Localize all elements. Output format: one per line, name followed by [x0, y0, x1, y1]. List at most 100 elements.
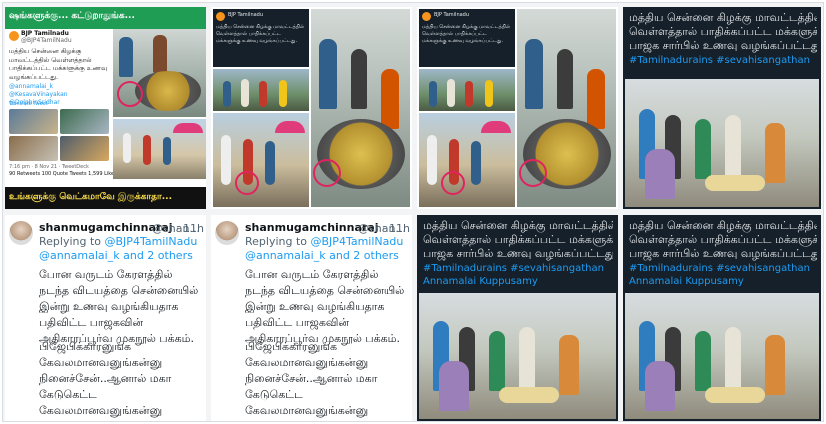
person-figure [465, 81, 473, 107]
tweet-text: மத்திய சென்னை கிழக்கு மாவட்டத்தில் வெள்ள… [9, 47, 108, 81]
caption-line-3: பாஜக சார்பில் உணவு வழங்கப்பட்டது. [629, 247, 817, 260]
person-figure [765, 123, 785, 183]
grid-photo-4 [60, 136, 109, 161]
person-figure [223, 81, 231, 107]
tile-dark-caption-1: மத்திய சென்னை கிழக்கு மாவட்டத்தில் வெள்ள… [623, 7, 821, 209]
person-figure [427, 135, 437, 185]
caption-hashtags[interactable]: #Tamilnadurains #sevahisangathan [629, 263, 810, 274]
reply-paragraph-2: பிஜேபிக்காரனுங்க கேவலமானவனுங்கன்னு நினைச… [39, 340, 172, 421]
caption-mention[interactable]: Annamalai Kuppusamy [423, 276, 538, 287]
person-figure [153, 35, 167, 73]
caption-line-1: மத்திய சென்னை கிழக்கு மாவட்டத்தில் [629, 219, 817, 232]
replying-others[interactable]: @annamalai_k and 2 others [39, 249, 204, 263]
caption-hashtags[interactable]: #Tamilnadurains #sevahisangathan [423, 263, 604, 274]
reply-time: · 11h [382, 222, 410, 235]
red-circle-annotation [441, 171, 465, 195]
umbrella [275, 121, 305, 133]
cooking-photo [113, 29, 206, 117]
bjp-logo [422, 12, 431, 21]
person-figure [221, 135, 231, 185]
red-circle-annotation [519, 159, 547, 187]
tile-dark-caption-3: மத்திய சென்னை கிழக்கு மாவட்டத்தில் வெள்ள… [623, 215, 821, 421]
replying-handle[interactable]: @BJP4TamilNadu [105, 235, 198, 248]
mini-text: மத்திய சென்னை கிழக்கு மாவட்டத்தில் வெள்ள… [216, 24, 305, 44]
replying-prefix: Replying to [39, 235, 102, 248]
collage-title-band: ஷங்களுக்கு... கட்டுறாதுங்க... [5, 7, 206, 29]
cooking-photo [311, 9, 410, 207]
person-figure [695, 331, 711, 391]
tile-tweet-photos-1: BJP Tamilnadu மத்திய சென்னை கிழக்கு மாவட… [211, 7, 412, 209]
red-circle-annotation [235, 171, 259, 195]
person-figure [319, 39, 337, 109]
food-tray [499, 387, 559, 403]
bottom-caption-band: உங்களுக்கு வெட்கமாவே இருக்காதா... [5, 187, 206, 209]
caption-hashtags[interactable]: #Tamilnadurains #sevahisangathan [629, 55, 810, 66]
mini-tweet-dark: BJP Tamilnadu மத்திய சென்னை கிழக்கு மாவட… [419, 9, 515, 67]
food-distribution-photo [419, 293, 616, 419]
replying-handle[interactable]: @BJP4TamilNadu [311, 235, 404, 248]
person-figure [559, 335, 579, 395]
person-figure [259, 81, 267, 107]
bottom-caption: உங்களுக்கு வெட்கமாவே இருக்காதா... [9, 192, 173, 202]
food-tray [705, 387, 765, 403]
tile-reply-tweet-2: shanmugamchinnaraj @shan... · 11h Replyi… [211, 215, 412, 421]
person-figure [519, 327, 535, 391]
person-figure [123, 133, 131, 163]
person-figure [163, 137, 171, 165]
tile-dark-caption-2: மத்திய சென்னை கிழக்கு மாவட்டத்தில் வெள்ள… [417, 215, 618, 421]
crowd-photo [213, 113, 309, 207]
bjp-logo [216, 12, 225, 21]
red-circle-annotation [117, 81, 143, 107]
food-tray [705, 175, 765, 191]
caption-mention[interactable]: Annamalai Kuppusamy [629, 276, 744, 287]
person-figure [557, 49, 573, 109]
person-figure [447, 79, 455, 107]
person-figure [485, 80, 493, 107]
person-figure [471, 141, 481, 185]
replying-to: Replying to @BJP4TamilNadu @annamalai_k … [245, 235, 410, 263]
person-figure [765, 335, 785, 395]
caption-line-3: பாஜக சார்பில் உணவு வழங்கப்பட்டது. [629, 39, 817, 52]
person-figure [265, 141, 275, 185]
crowd-photo [113, 119, 206, 179]
person-figure [525, 39, 543, 109]
mini-text: மத்திய சென்னை கிழக்கு மாவட்டத்தில் வெள்ள… [422, 24, 511, 44]
food-distribution-photo [625, 293, 819, 419]
person-figure [645, 149, 675, 199]
person-figure [645, 361, 675, 411]
person-figure [489, 331, 505, 391]
mini-account: BJP Tamilnadu [228, 12, 264, 18]
caption-line-3: பாஜக சார்பில் உணவு வழங்கப்பட்டது. [423, 247, 613, 260]
person-figure [587, 69, 605, 129]
replying-others[interactable]: @annamalai_k and 2 others [245, 249, 410, 263]
person-figure [119, 37, 133, 77]
replying-to: Replying to @BJP4TamilNadu @annamalai_k … [39, 235, 204, 263]
bjp-logo [9, 31, 19, 41]
tweet-photo-grid [9, 109, 109, 161]
reply-time: · 11h [176, 222, 204, 235]
translate-link[interactable]: Translate Tweet [9, 100, 48, 108]
volunteers-photo [213, 69, 309, 111]
reply-paragraph-1: போன வருடம் கேரளத்தில் நடந்த விடயத்தை சென… [39, 268, 199, 345]
person-figure [725, 115, 741, 179]
caption-line-1: மத்திய சென்னை கிழக்கு மாவட்டத்தில் [629, 11, 817, 24]
replying-prefix: Replying to [245, 235, 308, 248]
umbrella [481, 121, 511, 133]
avatar[interactable] [215, 221, 239, 245]
person-figure [695, 119, 711, 179]
mini-account: BJP Tamilnadu [434, 12, 470, 18]
reply-paragraph-1: போன வருடம் கேரளத்தில் நடந்த விடயத்தை சென… [245, 268, 405, 345]
tweet-handle: @BJP4TamilNadu [21, 37, 72, 44]
mini-tweet-dark: BJP Tamilnadu மத்திய சென்னை கிழக்கு மாவட… [213, 9, 309, 67]
cooking-photo [517, 9, 616, 207]
cooking-pot [135, 71, 201, 111]
reply-paragraph-2: பிஜேபிக்காரனுங்க கேவலமானவனுங்கன்னு நினைச… [245, 340, 378, 421]
collage-frame: ஷங்களுக்கு... கட்டுறாதுங்க... BJP Tamiln… [2, 2, 824, 422]
person-figure [351, 49, 367, 109]
grid-photo-1 [9, 109, 58, 134]
caption-line-1: மத்திய சென்னை கிழக்கு மாவட்டத்தில் [423, 219, 613, 232]
avatar[interactable] [9, 221, 33, 245]
crowd-photo [419, 113, 515, 207]
person-figure [381, 69, 399, 129]
volunteers-photo [419, 69, 515, 111]
